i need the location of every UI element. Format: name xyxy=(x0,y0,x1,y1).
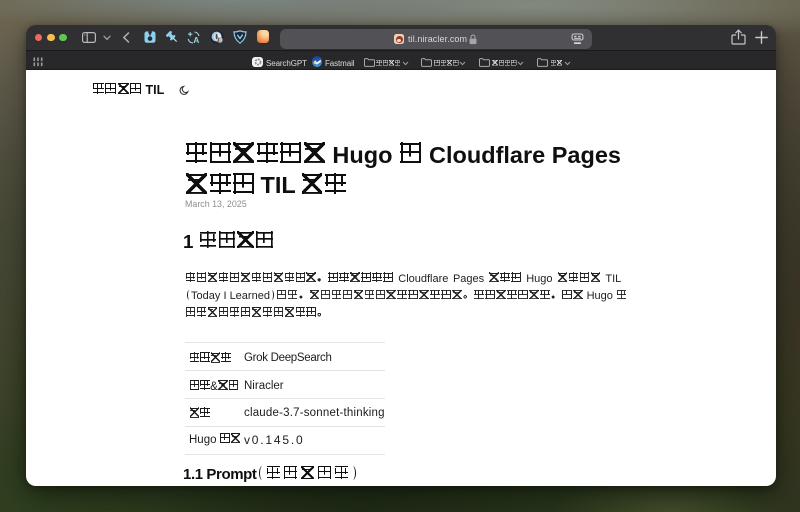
svg-text:A: A xyxy=(193,35,199,44)
